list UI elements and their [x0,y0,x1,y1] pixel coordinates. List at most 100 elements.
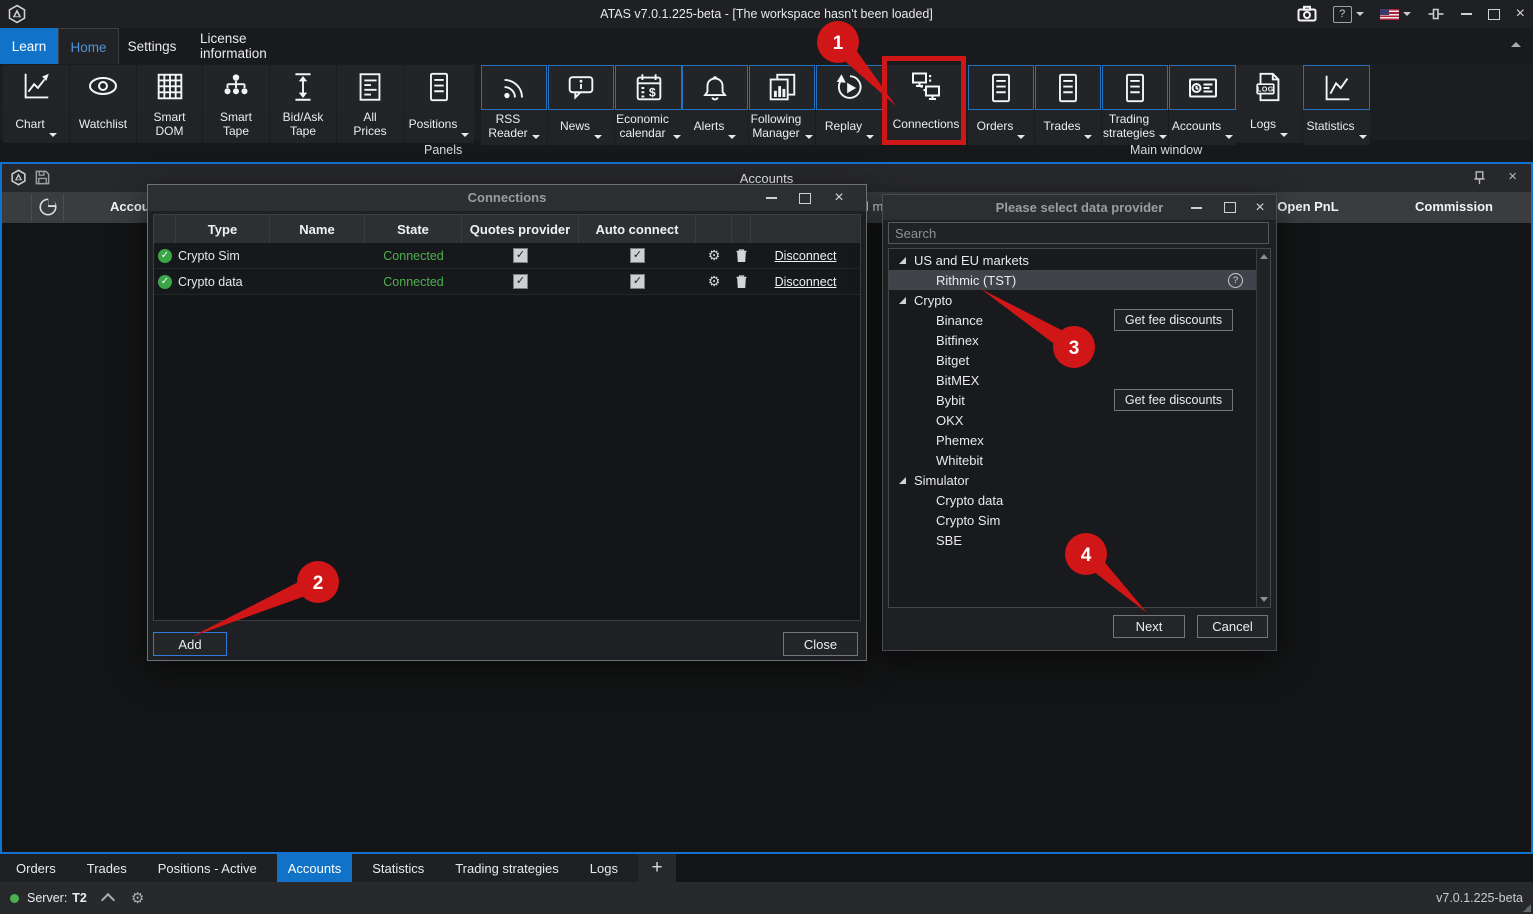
maximize-button[interactable] [1488,9,1500,20]
column-name[interactable]: Name [270,215,365,243]
tab-home[interactable]: Home [58,28,119,65]
connection-row-crypto-data[interactable]: ✓ Crypto data Connected ✓ ✓ ⚙ Disconnect [154,269,860,295]
tab-settings[interactable]: Settings [128,28,176,64]
ribbon-button-watchlist[interactable]: Watchlist [70,65,136,143]
provider-item-bitfinex[interactable]: Bitfinex [889,330,1257,350]
close-button[interactable]: × [1516,6,1525,22]
ribbon-button-logs[interactable]: LOG Logs [1236,65,1302,143]
column-header-commission[interactable]: Commission [1390,199,1518,214]
provider-item-bitmex[interactable]: BitMEX [889,370,1257,390]
auto-connect-checkbox[interactable]: ✓ [630,248,645,263]
delete-connection-trash-icon[interactable] [736,275,747,288]
ribbon-button-economic-calendar[interactable]: $ Economic calendar [615,65,682,145]
close-connections-button[interactable]: Close [783,632,858,656]
column-header-account[interactable]: Accou [110,199,150,214]
ribbon-button-trades[interactable]: Trades [1035,65,1101,145]
provider-item-bitget[interactable]: Bitget [889,350,1257,370]
screenshot-camera-icon[interactable] [1297,5,1317,23]
help-menu-button[interactable]: ? [1333,6,1364,23]
ribbon-button-smart-dom[interactable]: Smart DOM [137,65,202,143]
ribbon-button-replay[interactable]: Replay [816,65,883,145]
ribbon-button-orders[interactable]: Orders [968,65,1034,145]
save-icon[interactable] [34,169,51,186]
server-settings-gear-icon[interactable]: ⚙ [131,889,144,907]
ribbon-button-smart-tape[interactable]: Smart Tape [203,65,269,143]
resize-grip[interactable] [1523,904,1531,912]
provider-item-bybit[interactable]: BybitGet fee discounts [889,390,1257,410]
language-selector[interactable] [1380,9,1411,20]
tree-expander-icon[interactable] [899,297,906,304]
provider-group-simulator[interactable]: Simulator [889,470,1257,490]
tree-expander-icon[interactable] [899,477,906,484]
provider-item-rithmic[interactable]: Rithmic (TST)? [889,270,1257,290]
connection-row-crypto-sim[interactable]: ✓ Crypto Sim Connected ✓ ✓ ⚙ Disconnect [154,243,860,269]
column-quotes-provider[interactable]: Quotes provider [462,215,579,243]
provider-group-us-eu[interactable]: US and EU markets [889,250,1257,270]
all-prices-document-icon [337,65,403,108]
tab-learn[interactable]: Learn [0,28,58,64]
ribbon-button-alerts[interactable]: Alerts [682,65,748,145]
disconnect-link[interactable]: Disconnect [775,275,837,289]
ribbon-button-trading-strategies[interactable]: Trading strategies [1102,65,1168,145]
connection-settings-gear-icon[interactable]: ⚙ [708,248,721,264]
pin-panel-icon[interactable] [1472,170,1487,186]
quotes-provider-checkbox[interactable]: ✓ [513,274,528,289]
scroll-down-icon[interactable] [1260,597,1268,602]
next-button[interactable]: Next [1113,615,1185,638]
ribbon-button-positions[interactable]: Positions [404,65,474,143]
quotes-provider-checkbox[interactable]: ✓ [513,248,528,263]
bottom-tab-accounts[interactable]: Accounts [277,854,352,882]
ribbon-button-accounts[interactable]: Accounts [1169,65,1236,145]
ribbon-button-bid-ask-tape[interactable]: Bid/Ask Tape [270,65,336,143]
ribbon-button-statistics[interactable]: Statistics [1303,65,1370,145]
provider-item-okx[interactable]: OKX [889,410,1257,430]
dialog-minimize-button[interactable] [1186,195,1206,220]
bottom-tab-orders[interactable]: Orders [5,854,67,882]
column-type[interactable]: Type [176,215,270,243]
scroll-up-icon[interactable] [1260,254,1268,259]
pin-window-icon[interactable] [1427,6,1445,22]
provider-item-whitebit[interactable]: Whitebit [889,450,1257,470]
dialog-close-button[interactable]: × [829,185,849,211]
tree-expander-icon[interactable] [899,257,906,264]
disconnect-link[interactable]: Disconnect [775,249,837,263]
ribbon-button-news[interactable]: News [548,65,614,145]
add-tab-button[interactable]: + [638,854,676,882]
dialog-restore-button[interactable] [795,185,815,211]
provider-group-crypto[interactable]: Crypto [889,290,1257,310]
dialog-restore-button[interactable] [1220,195,1240,220]
dialog-minimize-button[interactable] [761,185,781,211]
bottom-tab-statistics[interactable]: Statistics [361,854,435,882]
ribbon-button-rss-reader[interactable]: RSS Reader [481,65,547,145]
close-panel-icon[interactable]: × [1508,168,1517,185]
add-connection-button[interactable]: Add [153,632,227,656]
cancel-button[interactable]: Cancel [1197,615,1268,638]
auto-connect-checkbox[interactable]: ✓ [630,274,645,289]
provider-item-binance[interactable]: BinanceGet fee discounts [889,310,1257,330]
provider-item-sbe[interactable]: SBE [889,530,1257,550]
provider-item-crypto-sim[interactable]: Crypto Sim [889,510,1257,530]
provider-help-icon[interactable]: ? [1228,273,1243,288]
provider-item-phemex[interactable]: Phemex [889,430,1257,450]
dialog-close-button[interactable]: × [1250,195,1270,220]
connection-settings-gear-icon[interactable]: ⚙ [708,274,721,290]
delete-connection-trash-icon[interactable] [736,249,747,262]
minimize-button[interactable] [1461,13,1472,15]
column-auto-connect[interactable]: Auto connect [579,215,696,243]
ribbon-collapse-icon[interactable] [1511,42,1521,47]
provider-item-crypto-data[interactable]: Crypto data [889,490,1257,510]
bottom-tab-trades[interactable]: Trades [76,854,138,882]
bottom-tab-positions-active[interactable]: Positions - Active [147,854,268,882]
server-expand-chevron-icon[interactable] [101,893,115,907]
bottom-tab-logs[interactable]: Logs [579,854,629,882]
provider-search-input[interactable] [888,222,1269,244]
get-fee-discounts-button[interactable]: Get fee discounts [1114,309,1233,331]
get-fee-discounts-button[interactable]: Get fee discounts [1114,389,1233,411]
column-state[interactable]: State [365,215,462,243]
tab-license-information[interactable]: License information [200,28,307,64]
ribbon-button-following-manager[interactable]: Following Manager [749,65,815,145]
ribbon-button-chart[interactable]: Chart [3,65,69,143]
bottom-tab-trading-strategies[interactable]: Trading strategies [444,854,570,882]
ribbon-button-all-prices[interactable]: All Prices [337,65,403,143]
tree-scrollbar[interactable] [1256,249,1270,607]
